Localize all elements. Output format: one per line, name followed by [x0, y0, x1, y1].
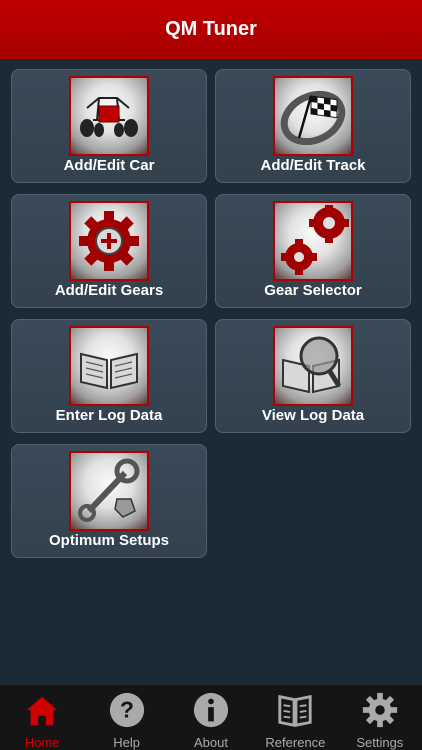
- tab-label: About: [194, 735, 228, 750]
- tab-home[interactable]: Home: [0, 685, 84, 750]
- open-book-icon: [69, 326, 149, 406]
- tab-label: Settings: [356, 735, 404, 750]
- enter-log-data-button[interactable]: Enter Log Data: [11, 319, 207, 433]
- race-car-icon: [69, 76, 149, 156]
- home-icon: [27, 696, 58, 726]
- tile-label: Optimum Setups: [48, 532, 169, 549]
- gears-icon: [273, 201, 353, 281]
- add-edit-car-button[interactable]: Add/Edit Car: [11, 69, 207, 183]
- add-edit-gears-button[interactable]: Add/Edit Gears: [11, 194, 207, 308]
- tile-label: Add/Edit Track: [260, 157, 366, 174]
- gear-plus-icon: [69, 201, 149, 281]
- tab-about[interactable]: About: [169, 685, 253, 750]
- tile-label: View Log Data: [261, 407, 365, 424]
- tab-label: Reference: [265, 735, 326, 750]
- tab-reference[interactable]: Reference: [253, 685, 337, 750]
- tab-help[interactable]: ? Help: [84, 685, 168, 750]
- tab-label: Home: [24, 735, 60, 750]
- menu-grid: Add/Edit Car Add/Edit Track Add/Edit Gea…: [11, 69, 411, 558]
- tile-label: Add/Edit Gears: [54, 282, 164, 299]
- view-log-data-button[interactable]: View Log Data: [215, 319, 411, 433]
- svg-text:?: ?: [120, 697, 134, 723]
- gear-icon: [362, 692, 397, 728]
- book-icon: [278, 694, 313, 727]
- tab-bar: Home ? Help About Reference Settings: [0, 684, 422, 750]
- wrench-icon: [69, 451, 149, 531]
- tile-label: Enter Log Data: [55, 407, 163, 424]
- help-icon: ?: [109, 692, 144, 728]
- app-header: QM Tuner: [0, 0, 422, 60]
- checkered-flag-icon: [273, 76, 353, 156]
- info-icon: [193, 692, 229, 728]
- tab-label: Help: [113, 735, 140, 750]
- app-title: QM Tuner: [165, 18, 257, 40]
- tile-label: Add/Edit Car: [63, 157, 155, 174]
- tile-label: Gear Selector: [264, 282, 362, 299]
- tab-settings[interactable]: Settings: [338, 685, 422, 750]
- gear-selector-button[interactable]: Gear Selector: [215, 194, 411, 308]
- book-magnifier-icon: [273, 326, 353, 406]
- optimum-setups-button[interactable]: Optimum Setups: [11, 444, 207, 558]
- add-edit-track-button[interactable]: Add/Edit Track: [215, 69, 411, 183]
